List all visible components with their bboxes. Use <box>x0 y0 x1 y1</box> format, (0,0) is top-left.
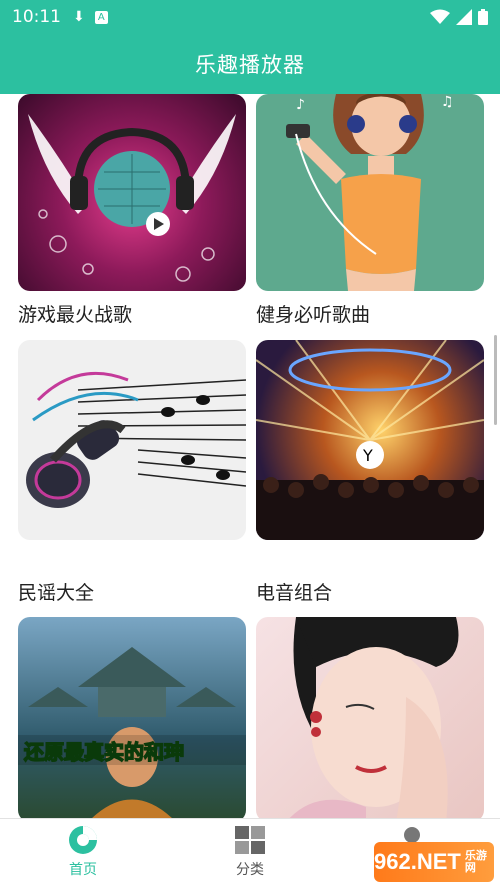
battery-icon <box>478 9 488 25</box>
status-time: 10:11 <box>12 7 61 27</box>
playlist-cover-image <box>256 617 484 818</box>
cover-overlay-text: 还原最真实的和珅 <box>23 740 184 764</box>
playlist-title: 游戏最火战歌 <box>18 304 133 326</box>
tab-category[interactable]: 分类 <box>190 825 310 879</box>
playlist-card[interactable]: ♪ ♫ 健身必听歌曲 <box>256 94 484 326</box>
playlist-title: 电音组合 <box>256 582 333 604</box>
download-icon: ⬇ <box>73 9 85 25</box>
playlist-card[interactable]: 还原最真实的和珅 <box>18 617 246 818</box>
playlist-title: 健身必听歌曲 <box>256 304 371 326</box>
playlist-card[interactable]: 游戏最火战歌 <box>18 94 246 326</box>
category-grid-icon <box>235 826 265 854</box>
app-bar: 乐趣播放器 <box>0 34 500 94</box>
signal-icon <box>456 9 472 25</box>
playlist-card[interactable]: 民谣大全 <box>18 340 246 604</box>
playlist-cover-image <box>18 94 246 291</box>
watermark-text: 962.NET <box>374 849 461 874</box>
page-title: 乐趣播放器 <box>195 53 305 77</box>
svg-text:Y: Y <box>362 446 373 465</box>
playlist-cover-image: Y <box>256 340 484 540</box>
wifi-icon <box>430 9 450 24</box>
watermark-subtext: 乐游网 <box>464 850 487 874</box>
a-badge-icon: A <box>94 10 108 24</box>
playlist-card[interactable]: Y 电音组合 <box>256 340 484 604</box>
svg-text:♪: ♪ <box>296 97 305 113</box>
svg-text:♫: ♫ <box>441 94 454 110</box>
status-bar: 10:11 ⬇ A <box>0 0 500 34</box>
playlist-card[interactable] <box>256 617 484 818</box>
bottom-navigation: 首页 分类 962.NET 乐游网 <box>0 818 500 888</box>
playlist-cover-image: 还原最真实的和珅 <box>18 617 246 818</box>
tab-home[interactable]: 首页 <box>23 825 143 879</box>
scrollbar[interactable] <box>494 335 497 425</box>
playlist-cover-image: ♪ ♫ <box>256 94 484 291</box>
playlist-cover-image <box>18 340 246 540</box>
site-watermark: 962.NET 乐游网 <box>374 842 494 882</box>
tab-home-label: 首页 <box>69 862 97 878</box>
tab-category-label: 分类 <box>236 862 264 878</box>
playlist-title: 民谣大全 <box>18 582 95 604</box>
home-disc-icon <box>69 826 97 854</box>
playlist-grid[interactable]: 游戏最火战歌 ♪ ♫ 健身必听歌曲 民谣大全 Y 电音组合 还原最真实的和珅 <box>0 94 500 818</box>
